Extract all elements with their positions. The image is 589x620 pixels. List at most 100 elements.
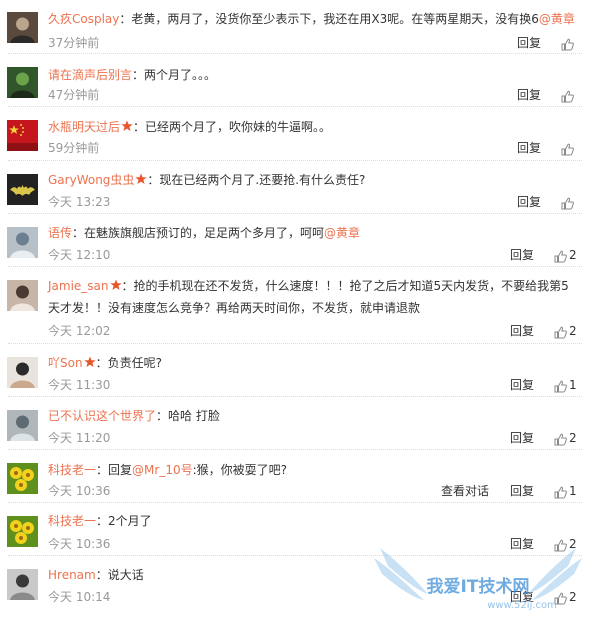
- china-flag-avatar[interactable]: [7, 120, 38, 151]
- username-link[interactable]: 久疚Cosplay: [48, 12, 119, 26]
- comment-time: 今天 10:36: [48, 484, 111, 498]
- watermark-url: www.52ij.com: [487, 600, 557, 611]
- username-link[interactable]: 已不认识这个世界了: [48, 409, 156, 423]
- comment-body: ：已经两个月了，吹你妹的牛逼啊。。: [133, 120, 332, 134]
- reply-button[interactable]: 回复: [517, 87, 541, 103]
- watermark-logo: 我爱IT技术网 www.52ij.com: [374, 548, 582, 611]
- user-avatar[interactable]: [7, 67, 38, 98]
- row-separator: [8, 53, 582, 54]
- username-link[interactable]: 水瓶明天过后: [48, 120, 120, 134]
- comment-text: GaryWong虫虫 ：现在已经两个月了.还要抢.有什么责任?: [48, 169, 578, 191]
- user-avatar[interactable]: [7, 569, 38, 600]
- comment-item: 科技老一：回复@Mr_10号:猴，你被耍了吧? 今天 10:36 回复 查看对话 1: [0, 451, 589, 502]
- thumbs-up-icon[interactable]: [561, 88, 574, 103]
- comment-body: ：老黄，两月了，没货你至少表示下，我还在用X3呢。在等两星期天，没有换6: [119, 12, 539, 26]
- comment-text: 水瓶明天过后 ：已经两个月了，吹你妹的牛逼啊。。: [48, 116, 578, 138]
- row-separator: [8, 160, 582, 161]
- batman-avatar[interactable]: [7, 174, 38, 205]
- comment-item: 已不认识这个世界了：哈哈 打脸 今天 11:20 回复 2: [0, 398, 589, 449]
- mention-link[interactable]: @Mr_10号: [132, 463, 193, 477]
- vip-star-icon: [135, 173, 148, 184]
- vip-star-icon: [83, 356, 96, 367]
- comment-time: 今天 11:30: [48, 378, 111, 392]
- comment-body: ：两个月了。。。: [132, 68, 217, 82]
- username-link[interactable]: Hrenam: [48, 568, 96, 582]
- comment-text: Jamie_san ：抢的手机现在还不发货，什么速度！！！抢了之后才知道5天内发货…: [48, 275, 578, 319]
- username-link[interactable]: 语传: [48, 226, 72, 240]
- flower-avatar[interactable]: [7, 463, 38, 494]
- comment-body: ：哈哈 打脸: [156, 409, 220, 423]
- comment-item: 吖Son ：负责任呢? 今天 11:30 回复 1: [0, 345, 589, 396]
- comment-time: 今天 11:20: [48, 431, 111, 445]
- comment-body: ：负责任呢?: [95, 356, 162, 370]
- thumbs-up-icon[interactable]: [554, 378, 567, 393]
- username-link[interactable]: GaryWong虫虫: [48, 173, 134, 187]
- user-avatar[interactable]: [7, 357, 38, 388]
- comment-text: 久疚Cosplay：老黄，两月了，没货你至少表示下，我还在用X3呢。在等两星期天…: [48, 8, 578, 30]
- comment-text: 请在滴声后别言：两个月了。。。: [48, 64, 578, 86]
- username-link[interactable]: 请在滴声后别言: [48, 68, 132, 82]
- username-link[interactable]: 吖Son: [48, 356, 83, 370]
- username-link[interactable]: Jamie_san: [48, 279, 109, 293]
- reply-button[interactable]: 回复: [510, 377, 534, 393]
- comment-text: 吖Son ：负责任呢?: [48, 352, 578, 374]
- row-separator: [8, 213, 582, 214]
- reply-button[interactable]: 回复: [510, 430, 534, 446]
- flower-avatar[interactable]: [7, 516, 38, 547]
- comment-time: 今天 10:36: [48, 537, 111, 551]
- user-avatar[interactable]: [7, 410, 38, 441]
- user-avatar[interactable]: [7, 227, 38, 258]
- comment-time: 今天 10:14: [48, 590, 111, 604]
- thumbs-up-icon[interactable]: [554, 248, 567, 263]
- comment-body: ：抢的手机现在还不发货，什么速度！！！抢了之后才知道5天内发货，不要给我第5天才…: [48, 279, 569, 315]
- comment-text: 语传：在魅族旗舰店预订的，足足两个多月了，呵呵@黄章: [48, 222, 578, 244]
- like-count: 1: [569, 378, 577, 392]
- comment-time: 今天 12:10: [48, 248, 111, 262]
- like-count: 1: [569, 484, 577, 498]
- mention-link[interactable]: @黄章: [539, 12, 575, 26]
- comment-time: 今天 13:23: [48, 195, 111, 209]
- thumbs-up-icon[interactable]: [554, 484, 567, 499]
- vip-star-icon: [121, 120, 133, 131]
- thumbs-up-icon[interactable]: [554, 431, 567, 446]
- comment-time: 47分钟前: [48, 88, 100, 102]
- user-avatar[interactable]: [7, 12, 38, 43]
- thumbs-up-icon[interactable]: [561, 141, 574, 156]
- view-conversation-link[interactable]: 查看对话: [441, 483, 489, 499]
- thumbs-up-icon[interactable]: [554, 324, 567, 339]
- vip-star-icon: [109, 279, 122, 290]
- comment-body: ：在魅族旗舰店预订的，足足两个多月了，呵呵: [72, 226, 325, 240]
- reply-button[interactable]: 回复: [510, 483, 534, 499]
- row-separator: [8, 502, 582, 503]
- reply-button[interactable]: 回复: [517, 140, 541, 156]
- row-separator: [8, 106, 582, 107]
- comment-time: 今天 12:02: [48, 324, 111, 338]
- row-separator: [8, 343, 582, 344]
- like-count: 2: [569, 248, 577, 262]
- like-count: 2: [569, 324, 577, 338]
- mention-link[interactable]: @黄章: [324, 226, 360, 240]
- comment-body: ：2个月了: [96, 514, 152, 528]
- watermark-title: 我爱IT技术网: [427, 576, 530, 597]
- comment-time: 37分钟前: [48, 36, 100, 50]
- reply-button[interactable]: 回复: [517, 35, 541, 51]
- comment-item: 久疚Cosplay：老黄，两月了，没货你至少表示下，我还在用X3呢。在等两星期天…: [0, 0, 589, 53]
- comment-text: 科技老一：2个月了: [48, 510, 578, 532]
- thumbs-up-icon[interactable]: [561, 195, 574, 210]
- comment-body: ：回复: [96, 463, 133, 477]
- row-separator: [8, 449, 582, 450]
- reply-button[interactable]: 回复: [510, 247, 534, 263]
- reply-button[interactable]: 回复: [510, 323, 534, 339]
- comment-item: 语传：在魅族旗舰店预订的，足足两个多月了，呵呵@黄章今天 12:10 回复 2: [0, 215, 589, 266]
- comment-body-continued: :猴，你被耍了吧?: [192, 463, 288, 477]
- username-link[interactable]: 科技老一: [48, 514, 96, 528]
- thumbs-up-icon[interactable]: [561, 36, 574, 51]
- row-separator: [8, 396, 582, 397]
- user-avatar[interactable]: [7, 280, 38, 311]
- comment-item: 请在滴声后别言：两个月了。。。 47分钟前 回复: [0, 55, 589, 106]
- comment-time: 59分钟前: [48, 141, 100, 155]
- comment-body: ：说大话: [95, 568, 144, 582]
- comment-text: 科技老一：回复@Mr_10号:猴，你被耍了吧?: [48, 459, 578, 481]
- username-link[interactable]: 科技老一: [48, 463, 96, 477]
- reply-button[interactable]: 回复: [517, 194, 541, 210]
